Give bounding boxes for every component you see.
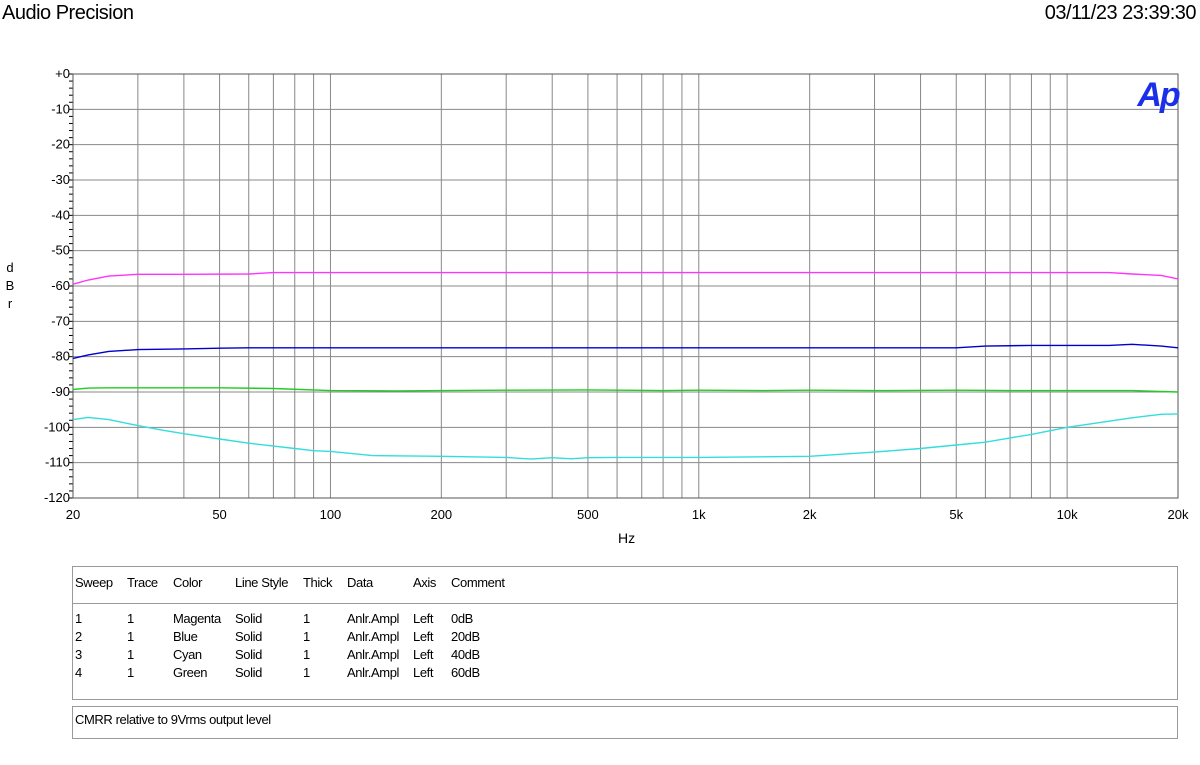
- legend-cell: 2: [75, 629, 82, 644]
- series-line: [72, 271, 1179, 285]
- response-chart: +0 -10 -20 -30 -40 -50 -60 -70 -80 -90 -100 -110 -12…: [44, 66, 1189, 522]
- x-tick-label: 20k: [1168, 507, 1189, 522]
- legend-header: Axis: [413, 575, 436, 590]
- legend-cell: 4: [75, 665, 82, 680]
- legend-cell: Solid: [235, 611, 262, 626]
- comment-box: CMRR relative to 9Vrms output level: [72, 706, 1178, 739]
- legend-cell: Left: [413, 629, 434, 644]
- legend-cell: 1: [127, 665, 134, 680]
- y-tick-label: -70: [51, 313, 70, 328]
- y-tick-label: -120: [44, 490, 70, 505]
- y-tick-label: -90: [51, 384, 70, 399]
- legend-cell: Magenta: [173, 611, 221, 626]
- legend-cell: 0dB: [451, 611, 473, 626]
- x-tick-label: 5k: [949, 507, 963, 522]
- x-tick-label: 200: [430, 507, 452, 522]
- y-tick-label: -100: [44, 419, 70, 434]
- y-tick-label: -80: [51, 349, 70, 364]
- legend-cell: Cyan: [173, 647, 202, 662]
- legend-header: Thick: [303, 575, 333, 590]
- legend-cell: Solid: [235, 647, 262, 662]
- y-tick-label: +0: [55, 66, 70, 81]
- y-tick-label: -20: [51, 137, 70, 152]
- legend-cell: Solid: [235, 629, 262, 644]
- legend-header: Data: [347, 575, 373, 590]
- x-tick-label: 20: [66, 507, 80, 522]
- legend-cell: Left: [413, 647, 434, 662]
- y-tick-label: -60: [51, 278, 70, 293]
- legend-cell: Left: [413, 665, 434, 680]
- legend-cell: Solid: [235, 665, 262, 680]
- x-axis-label: Hz: [618, 530, 636, 546]
- legend-cell: 1: [303, 665, 310, 680]
- ap-logo: Ap: [1136, 76, 1180, 114]
- legend-divider: [73, 603, 1177, 604]
- x-tick-label: 500: [577, 507, 599, 522]
- legend-table: Sweep Trace Color Line Style Thick Data Axis Co…: [72, 566, 1178, 700]
- legend-header: Color: [173, 575, 203, 590]
- y-tick-label: -10: [51, 101, 70, 116]
- y-axis-label-d: d: [6, 260, 14, 275]
- legend-cell: 1: [75, 611, 82, 626]
- legend-cell: Anlr.Ampl: [347, 665, 400, 680]
- legend-cell: 1: [303, 647, 310, 662]
- series-line: [72, 387, 1179, 393]
- legend-cell: 1: [127, 611, 134, 626]
- legend-cell: 20dB: [451, 629, 480, 644]
- legend-header: Trace: [127, 575, 158, 590]
- y-axis-label-b: B: [5, 278, 15, 293]
- legend-cell: 1: [303, 629, 310, 644]
- x-tick-label: 10k: [1057, 507, 1078, 522]
- x-tick-label: 2k: [803, 507, 817, 522]
- legend-cell: 1: [303, 611, 310, 626]
- legend-cell: Left: [413, 611, 434, 626]
- legend-cell: Anlr.Ampl: [347, 611, 400, 626]
- y-tick-label: -30: [51, 172, 70, 187]
- x-tick-label: 1k: [692, 507, 706, 522]
- legend-header: Line Style: [235, 575, 289, 590]
- y-axis-label-r: r: [7, 296, 13, 311]
- legend-cell: Anlr.Ampl: [347, 647, 400, 662]
- legend-cell: Blue: [173, 629, 198, 644]
- y-tick-label: -50: [51, 243, 70, 258]
- legend-cell: Green: [173, 665, 208, 680]
- y-tick-label: -110: [45, 455, 70, 470]
- legend-header: Comment: [451, 575, 505, 590]
- legend-header: Sweep: [75, 575, 113, 590]
- legend-cell: 40dB: [451, 647, 480, 662]
- legend-cell: 60dB: [451, 665, 480, 680]
- x-tick-label: 100: [320, 507, 342, 522]
- series-line: [72, 413, 1179, 460]
- legend-cell: 3: [75, 647, 82, 662]
- y-tick-label: -40: [51, 207, 70, 222]
- legend-cell: Anlr.Ampl: [347, 629, 400, 644]
- comment-text: CMRR relative to 9Vrms output level: [75, 712, 271, 727]
- legend-cell: 1: [127, 647, 134, 662]
- x-tick-label: 50: [212, 507, 226, 522]
- legend-cell: 1: [127, 629, 134, 644]
